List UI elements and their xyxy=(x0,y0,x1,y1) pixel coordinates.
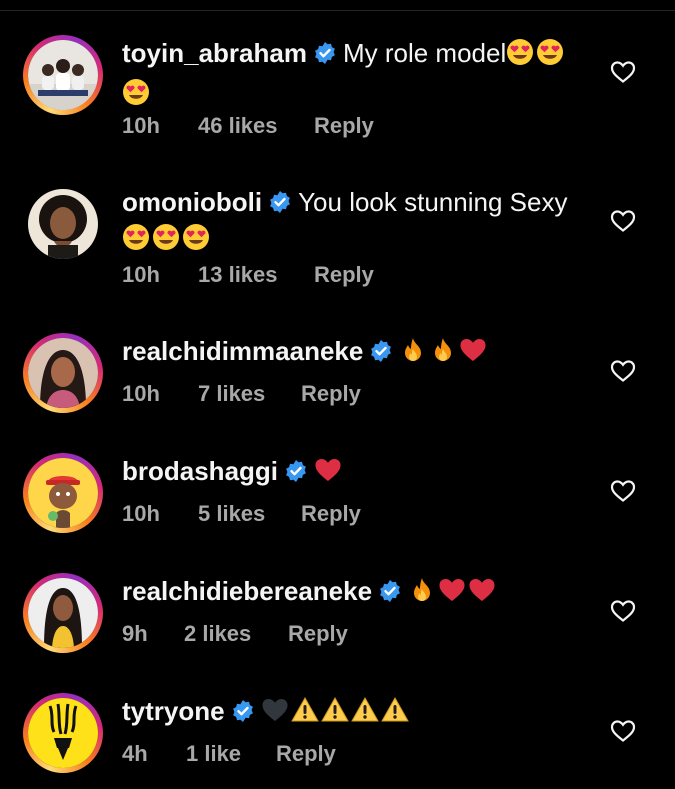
verified-badge-icon xyxy=(286,460,306,482)
verified-badge-icon xyxy=(270,191,290,213)
heart-eyes-emoji xyxy=(122,223,150,260)
avatar[interactable] xyxy=(23,573,103,653)
comment-body: toyin_abraham My role model xyxy=(122,35,592,115)
comment-likes[interactable]: 2 likes xyxy=(184,621,251,647)
like-heart-icon[interactable] xyxy=(610,209,636,233)
red-heart-emoji xyxy=(459,336,487,373)
avatar[interactable] xyxy=(23,453,103,533)
comment-body: realchidimmaaneke xyxy=(122,333,592,373)
avatar[interactable] xyxy=(23,693,103,773)
comment-likes[interactable]: 1 like xyxy=(186,741,241,767)
verified-badge-icon xyxy=(232,700,253,722)
verified-badge-icon xyxy=(371,340,392,362)
comment-username[interactable]: omonioboli xyxy=(122,187,262,217)
comment-username[interactable]: brodashaggi xyxy=(122,456,278,486)
avatar[interactable] xyxy=(23,333,103,413)
warning-emoji xyxy=(380,696,409,733)
avatar-image xyxy=(28,338,98,408)
comment-body: brodashaggi xyxy=(122,453,592,493)
like-heart-icon[interactable] xyxy=(610,719,636,743)
comment-likes[interactable]: 46 likes xyxy=(198,113,278,139)
red-heart-emoji xyxy=(438,576,466,613)
top-divider xyxy=(0,10,675,11)
comment-time: 9h xyxy=(122,621,148,646)
comment-time: 10h xyxy=(122,113,160,138)
black-heart-emoji xyxy=(261,696,289,733)
comment-likes[interactable]: 7 likes xyxy=(198,381,265,407)
comment-text: My role model xyxy=(342,38,507,68)
comment-likes[interactable]: 5 likes xyxy=(198,501,265,527)
reply-button[interactable]: Reply xyxy=(314,262,374,288)
verified-badge-icon xyxy=(315,42,335,64)
comment-username[interactable]: toyin_abraham xyxy=(122,38,307,68)
reply-button[interactable]: Reply xyxy=(301,501,361,527)
reply-button[interactable]: Reply xyxy=(276,741,336,767)
avatar-image xyxy=(28,40,98,110)
fire-emoji xyxy=(399,336,427,373)
warning-emoji xyxy=(320,696,349,733)
heart-eyes-emoji xyxy=(152,223,180,260)
heart-eyes-emoji xyxy=(536,38,564,75)
red-heart-emoji xyxy=(468,576,496,613)
comment-body: omonioboli You look stunning Sexy xyxy=(122,184,592,260)
comment-time: 10h xyxy=(122,501,160,526)
heart-eyes-emoji xyxy=(122,78,150,115)
avatar-image xyxy=(28,189,98,259)
warning-emoji xyxy=(290,696,319,733)
fire-emoji xyxy=(408,576,436,613)
comment-username[interactable]: realchidimmaaneke xyxy=(122,336,363,366)
like-heart-icon[interactable] xyxy=(610,60,636,84)
avatar-image xyxy=(28,698,98,768)
comment-time: 10h xyxy=(122,381,160,406)
comment-text: You look stunning Sexy xyxy=(298,187,568,217)
red-heart-emoji xyxy=(314,456,342,493)
heart-eyes-emoji xyxy=(182,223,210,260)
comment-username[interactable]: realchidiebereaneke xyxy=(122,576,372,606)
like-heart-icon[interactable] xyxy=(610,599,636,623)
reply-button[interactable]: Reply xyxy=(314,113,374,139)
heart-eyes-emoji xyxy=(506,38,534,75)
reply-button[interactable]: Reply xyxy=(288,621,348,647)
reply-button[interactable]: Reply xyxy=(301,381,361,407)
comment-body: tytryone xyxy=(122,693,592,733)
like-heart-icon[interactable] xyxy=(610,359,636,383)
fire-emoji xyxy=(429,336,457,373)
avatar[interactable] xyxy=(23,184,103,264)
like-heart-icon[interactable] xyxy=(610,479,636,503)
comment-time: 10h xyxy=(122,262,160,287)
comment-likes[interactable]: 13 likes xyxy=(198,262,278,288)
verified-badge-icon xyxy=(380,580,400,602)
avatar[interactable] xyxy=(23,35,103,115)
comment-username[interactable]: tytryone xyxy=(122,696,225,726)
comment-body: realchidiebereaneke xyxy=(122,573,592,613)
avatar-image xyxy=(28,458,98,528)
avatar-image xyxy=(28,578,98,648)
comment-time: 4h xyxy=(122,741,148,766)
warning-emoji xyxy=(350,696,379,733)
